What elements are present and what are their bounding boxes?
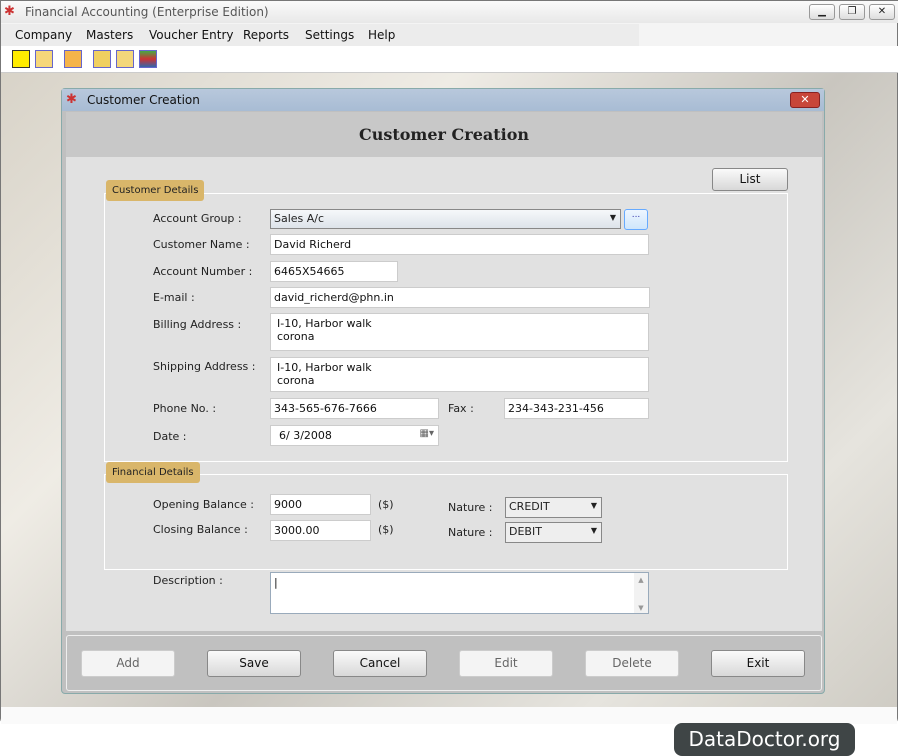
opening-balance-input[interactable]: 9000 (270, 494, 371, 515)
list-button[interactable]: List (712, 168, 788, 191)
phone-label: Phone No. : (153, 402, 217, 415)
billing-address-label: Billing Address : (153, 318, 242, 331)
chevron-down-icon: ▼ (590, 501, 597, 510)
email-input[interactable]: david_richerd@phn.in (270, 287, 650, 308)
chevron-down-icon: ▼ (590, 526, 597, 535)
closing-nature-label: Nature : (448, 526, 493, 539)
cancel-button[interactable]: Cancel (333, 650, 427, 677)
account-number-input[interactable]: 6465X54665 (270, 261, 398, 282)
delete-button[interactable]: Delete (585, 650, 679, 677)
minimize-button[interactable]: ▁ (809, 4, 835, 20)
shipping-address-input[interactable]: I-10, Harbor walk corona (270, 357, 649, 392)
email-label: E-mail : (153, 291, 195, 304)
description-label: Description : (153, 574, 223, 587)
fax-input[interactable]: 234-343-231-456 (504, 398, 649, 419)
shipping-address-label: Shipping Address : (153, 360, 256, 373)
customer-creation-dialog: ✱ Customer Creation ✕ Customer Creation … (61, 88, 825, 694)
menu-settings[interactable]: Settings (305, 28, 354, 42)
new-icon[interactable] (12, 50, 30, 68)
opening-currency-label: ($) (378, 498, 394, 511)
balance-icon[interactable] (93, 50, 111, 68)
dialog-close-button[interactable]: ✕ (790, 92, 820, 108)
account-number-label: Account Number : (153, 265, 253, 278)
opening-nature-value: CREDIT (509, 500, 550, 513)
closing-balance-input[interactable]: 3000.00 (270, 520, 371, 541)
date-picker[interactable]: 6/ 3/2008 ▦▾ (270, 425, 439, 446)
app-title: Financial Accounting (Enterprise Edition… (25, 5, 269, 19)
list-icon[interactable] (139, 50, 157, 68)
menu-voucher-entry[interactable]: Voucher Entry (149, 28, 234, 42)
menu-help[interactable]: Help (368, 28, 395, 42)
calculator-icon[interactable] (64, 50, 82, 68)
ledger-icon[interactable] (116, 50, 134, 68)
closing-currency-label: ($) (378, 523, 394, 536)
customer-name-input[interactable]: David Richerd (270, 234, 649, 255)
account-group-value: Sales A/c (274, 212, 325, 225)
watermark: DataDoctor.org (674, 723, 855, 756)
description-textarea[interactable]: | ▲ ▼ (270, 572, 649, 614)
form-area: List Customer Details Account Group : Sa… (66, 157, 822, 631)
closing-nature-value: DEBIT (509, 525, 542, 538)
date-value: 6/ 3/2008 (279, 429, 332, 442)
restore-button[interactable]: ❐ (839, 4, 865, 20)
phone-input[interactable]: 343-565-676-7666 (270, 398, 439, 419)
close-button[interactable]: ✕ (869, 4, 895, 20)
financial-details-legend: Financial Details (106, 462, 200, 483)
app-logo-icon: ✱ (4, 4, 15, 19)
account-group-select[interactable]: Sales A/c ▼ (270, 209, 621, 229)
date-label: Date : (153, 430, 187, 443)
opening-nature-select[interactable]: CREDIT ▼ (505, 497, 602, 518)
edit-button[interactable]: Edit (459, 650, 553, 677)
dialog-title-bar: ✱ Customer Creation ✕ (62, 89, 824, 111)
dialog-logo-icon: ✱ (66, 92, 77, 107)
save-button[interactable]: Save (207, 650, 301, 677)
menu-bar: Company Masters Voucher Entry Reports Se… (1, 24, 639, 46)
page-title: Customer Creation (66, 112, 822, 157)
fax-label: Fax : (448, 402, 474, 415)
closing-nature-select[interactable]: DEBIT ▼ (505, 522, 602, 543)
menu-company[interactable]: Company (15, 28, 72, 42)
account-group-label: Account Group : (153, 212, 242, 225)
open-icon[interactable] (35, 50, 53, 68)
menu-reports[interactable]: Reports (243, 28, 289, 42)
financial-details-group (104, 474, 788, 570)
scrollbar[interactable]: ▲ ▼ (634, 573, 648, 613)
menu-masters[interactable]: Masters (86, 28, 133, 42)
closing-balance-label: Closing Balance : (153, 523, 248, 536)
calendar-icon[interactable]: ▦▾ (420, 428, 434, 439)
toolbar (1, 46, 898, 73)
add-button[interactable]: Add (81, 650, 175, 677)
chevron-down-icon: ▼ (609, 213, 616, 222)
dialog-title: Customer Creation (87, 93, 200, 107)
browse-account-group-button[interactable]: ... (624, 209, 648, 230)
customer-details-legend: Customer Details (106, 180, 205, 201)
billing-address-input[interactable]: I-10, Harbor walk corona (270, 313, 649, 351)
app-window: ✱ Financial Accounting (Enterprise Editi… (0, 0, 898, 724)
exit-button[interactable]: Exit (711, 650, 805, 677)
title-bar: ✱ Financial Accounting (Enterprise Editi… (1, 1, 898, 23)
opening-balance-label: Opening Balance : (153, 498, 254, 511)
button-bar: Add Save Cancel Edit Delete Exit (66, 635, 822, 691)
customer-name-label: Customer Name : (153, 238, 250, 251)
opening-nature-label: Nature : (448, 501, 493, 514)
status-bar (1, 707, 897, 724)
